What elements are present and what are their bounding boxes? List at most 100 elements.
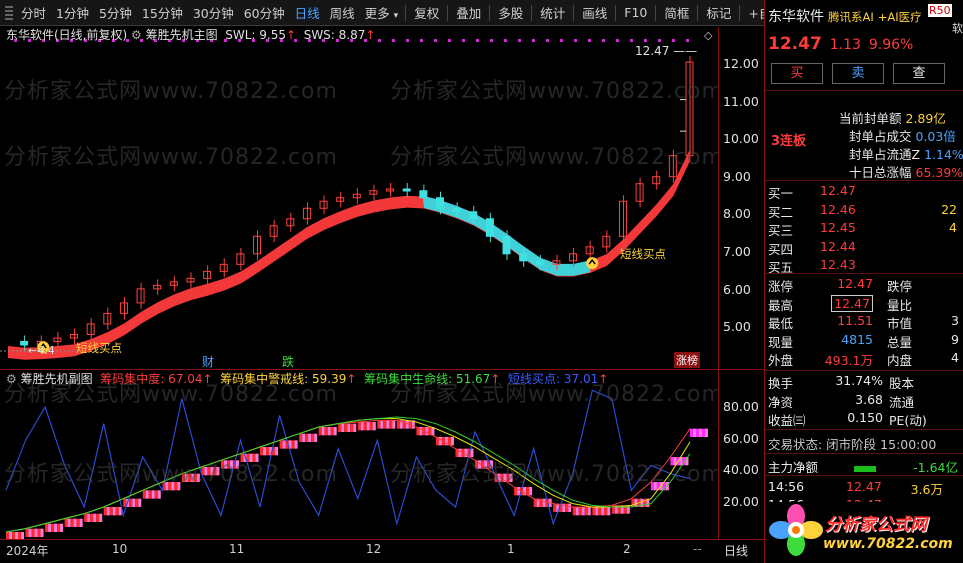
concentration-bar (165, 482, 169, 491)
concept-tag[interactable]: 腾讯系AI (828, 10, 874, 24)
tick-price: 12.47 (846, 479, 882, 494)
toolbar-divider (489, 4, 491, 21)
concentration-bar (87, 513, 91, 522)
period-tab-1min[interactable]: 1分钟 (51, 3, 94, 22)
axis-corner[interactable]: -- (693, 542, 702, 556)
signal-dot (672, 39, 675, 42)
y-tick-label: 12.00 (723, 56, 759, 71)
period-tab-60min[interactable]: 60分钟 (239, 3, 290, 22)
concentration-bar (690, 428, 693, 437)
concentration-bar (12, 532, 15, 539)
settings-icon[interactable]: ⚙ (131, 28, 146, 42)
sub-y-axis: 80.00 60.00 40.00 20.00 (718, 369, 764, 539)
signal-dot (448, 39, 451, 42)
toolbar-divider (697, 4, 699, 21)
concentration-bar (64, 518, 68, 527)
stats-button[interactable]: 统计 (534, 3, 571, 22)
concentration-bar (581, 507, 585, 516)
main-kline-chart[interactable]: 东华软件(日线,前复权) ⚙ 筹胜先机主图 SWL: 9.55↑ SWS: 8.… (0, 27, 718, 369)
sell-button[interactable]: 卖 (832, 63, 884, 84)
concentration-bar (9, 532, 12, 539)
period-tab-30min[interactable]: 30分钟 (188, 3, 239, 22)
concentration-bar (347, 423, 351, 432)
concentration-bar (517, 487, 521, 496)
fund-label: 股本 (889, 376, 915, 391)
concentration-bar (51, 523, 55, 532)
concentration-bar (57, 523, 61, 532)
signal-dot (560, 39, 563, 42)
event-finance-icon[interactable]: 财 (202, 353, 214, 369)
diamond-icon[interactable]: ◇ (704, 29, 712, 42)
seal-row: 当前封单额 2.89亿 (839, 108, 961, 126)
buy-button[interactable]: 买 (771, 63, 823, 84)
toolbar-grip-icon[interactable] (5, 5, 13, 20)
query-button[interactable]: 查 (893, 63, 945, 84)
candle-body (435, 197, 444, 209)
r-badge-label: R (929, 4, 937, 17)
limit-up-list-badge[interactable]: 涨榜 (674, 352, 700, 368)
stat-value: 9 (951, 331, 959, 347)
x-label: 2024年 (6, 544, 49, 558)
book-row[interactable]: 买三 12.45 4 (768, 220, 961, 238)
signal-dot (378, 39, 381, 42)
sub-indicator-name[interactable]: 筹胜先机副图 (21, 372, 93, 386)
up-arrow-icon: ↑ (490, 372, 501, 386)
concentration-bar (568, 503, 572, 512)
concentration-bar (533, 498, 537, 507)
concentration-bar (438, 437, 442, 446)
book-row[interactable]: 买二 12.46 22 (768, 202, 961, 220)
concentration-bar (305, 433, 309, 442)
concentration-bar (48, 523, 52, 532)
concentration-bar (255, 453, 259, 462)
concentration-bar (294, 440, 298, 449)
chevron-down-icon: ▾ (393, 11, 399, 21)
book-label: 买二 (768, 204, 794, 220)
fuquan-button[interactable]: 复权 (408, 3, 445, 22)
simple-frame-button[interactable]: 简框 (658, 3, 695, 22)
period-tab-daily[interactable]: 日线 (290, 3, 325, 22)
concentration-bar (369, 422, 373, 431)
concentration-bar (425, 427, 429, 436)
r-badge: R50 (928, 4, 952, 17)
period-indicator[interactable]: 日线 (724, 542, 748, 559)
book-row[interactable]: 买一 12.47 (768, 183, 961, 201)
current-price: 12.47 (768, 34, 822, 54)
period-tab-fenshi[interactable]: 分时 (16, 3, 51, 22)
mark-button[interactable]: 标记 (700, 3, 737, 22)
concentration-bar (302, 433, 306, 442)
concentration-bar (84, 513, 88, 522)
seal-row: 封单占流通Z 1.14% (849, 144, 963, 162)
concentration-bar (90, 513, 94, 522)
stat-value: 11.51 (837, 313, 873, 328)
book-price: 12.46 (820, 201, 856, 217)
up-arrow-icon: ↑ (202, 372, 213, 386)
concentration-bar (106, 507, 110, 516)
concentration-bar (572, 507, 576, 516)
period-tab-5min[interactable]: 5分钟 (94, 3, 137, 22)
concentration-bar (190, 473, 194, 482)
indicator-name[interactable]: 筹胜先机主图 (146, 28, 218, 42)
warning-line-value: 筹码集中警戒线: 59.39 (220, 372, 347, 386)
period-tab-more[interactable]: 更多 ▾ (360, 3, 404, 22)
concept-tag[interactable]: +AI医疗 (878, 10, 922, 24)
sub-indicator-chart[interactable]: ⚙ 筹胜先机副图 筹码集中度: 67.04↑ 筹码集中警戒线: 59.39↑ 筹… (0, 369, 718, 539)
period-tab-weekly[interactable]: 周线 (325, 3, 360, 22)
overlay-button[interactable]: 叠加 (450, 3, 487, 22)
concentration-bar (263, 447, 267, 456)
concentration-bar (184, 473, 188, 482)
toolbar-divider (447, 4, 449, 21)
multi-stock-button[interactable]: 多股 (492, 3, 529, 22)
signal-dot (616, 39, 619, 42)
event-drop-icon[interactable]: 跌 (282, 353, 294, 369)
concentration-bar (333, 427, 337, 436)
period-tab-15min[interactable]: 15分钟 (137, 3, 188, 22)
settings-icon[interactable]: ⚙ (6, 372, 17, 386)
tick-volume: 3.6万 (910, 482, 943, 497)
book-row[interactable]: 买四 12.44 (768, 239, 961, 257)
candle-body (402, 188, 411, 192)
signal-dot (686, 39, 689, 42)
draw-line-button[interactable]: 画线 (576, 3, 613, 22)
logo-title: 分析家公式网 (825, 515, 927, 535)
f10-button[interactable]: F10 (618, 5, 653, 20)
candle-body (469, 211, 478, 220)
